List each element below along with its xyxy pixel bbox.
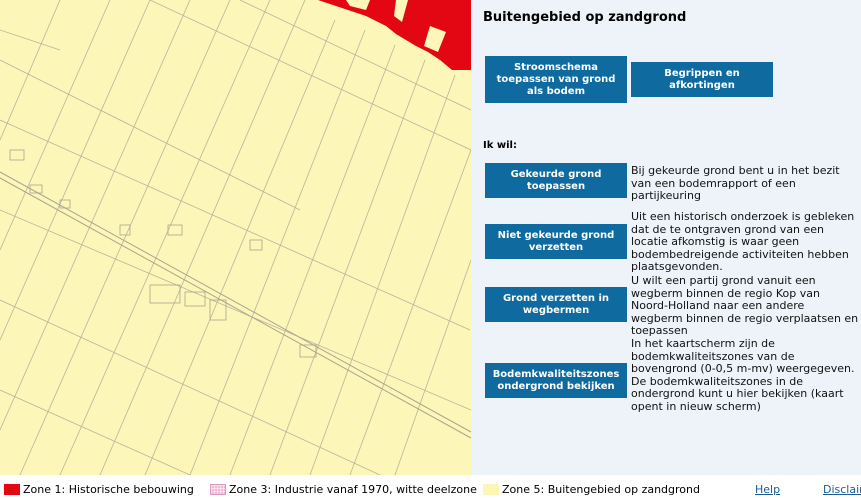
legend-label: Zone 3: Industrie vanaf 1970, witte deel… — [229, 483, 477, 496]
glossary-button[interactable]: Begrippen en afkortingen — [631, 62, 773, 97]
wegbermen-description: U wilt een partij grond vanuit een wegbe… — [631, 274, 859, 337]
panel-title: Buitengebied op zandgrond — [483, 10, 687, 25]
legend-label: Zone 5: Buitengebied op zandgrond — [502, 483, 700, 496]
niet-gekeurde-grond-button[interactable]: Niet gekeurde grond verzetten — [485, 224, 627, 259]
map-canvas[interactable] — [0, 0, 471, 475]
legend-item-zone5: Zone 5: Buitengebied op zandgrond — [483, 483, 700, 496]
legend-label: Zone 1: Historische bebouwing — [23, 483, 194, 496]
disclaimer-link[interactable]: Disclaimer — [823, 483, 861, 496]
zone5-swatch — [483, 484, 499, 495]
zone3-swatch — [210, 484, 226, 495]
gekeurde-grond-description: Bij gekeurde grond bent u in het bezit v… — [631, 164, 840, 202]
bodemkwaliteitszones-description: In het kaartscherm zijn de bodemkwalitei… — [631, 337, 855, 413]
ik-wil-heading: Ik wil: — [483, 140, 517, 151]
help-link[interactable]: Help — [755, 483, 780, 496]
legend-item-zone3: Zone 3: Industrie vanaf 1970, witte deel… — [210, 483, 477, 496]
legend-item-zone1: Zone 1: Historische bebouwing — [4, 483, 194, 496]
gekeurde-grond-button[interactable]: Gekeurde grond toepassen — [485, 163, 627, 198]
wegbermen-button[interactable]: Grond verzetten in wegbermen — [485, 287, 627, 322]
map-view[interactable] — [0, 0, 471, 475]
zone1-swatch — [4, 484, 20, 495]
bodemkwaliteitszones-button[interactable]: Bodemkwaliteitszones ondergrond bekijken — [485, 363, 627, 398]
niet-gekeurde-grond-description: Uit een historisch onderzoek is gebleken… — [631, 210, 855, 273]
flowchart-button[interactable]: Stroomschema toepassen van grond als bod… — [485, 56, 627, 103]
info-panel: Buitengebied op zandgrond Stroomschema t… — [471, 0, 861, 475]
map-legend: Zone 1: Historische bebouwing Zone 3: In… — [0, 475, 861, 498]
